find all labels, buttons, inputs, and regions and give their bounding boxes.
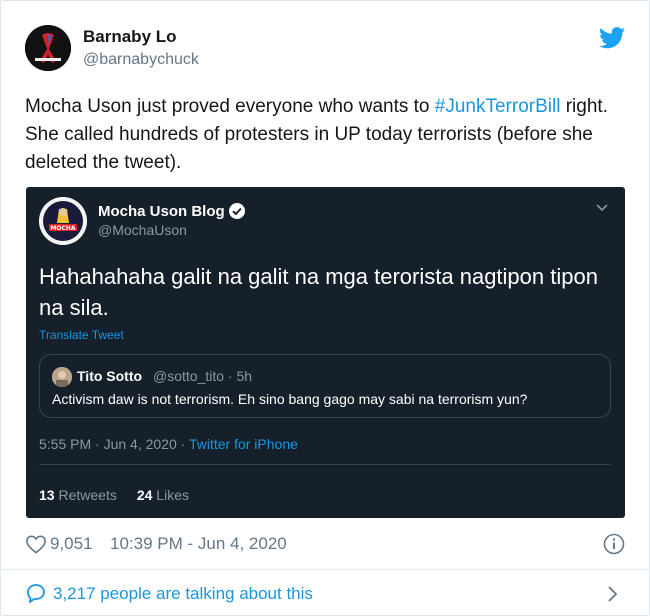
verified-badge-icon bbox=[229, 203, 245, 219]
person-photo-icon bbox=[52, 367, 72, 387]
embedded-source: Twitter for iPhone bbox=[188, 436, 298, 452]
author-avatar[interactable] bbox=[25, 25, 71, 71]
embedded-timestamp: 5:55 PM · Jun 4, 2020 · Twitter for iPho… bbox=[39, 436, 298, 452]
embedded-divider bbox=[39, 464, 611, 465]
hashtag-link[interactable]: #JunkTerrorBill bbox=[435, 96, 561, 117]
retweets-count: 13 bbox=[39, 487, 55, 503]
quoted-tweet: Tito Sotto @sotto_tito · 5h Activism daw… bbox=[39, 354, 611, 418]
chevron-down-icon bbox=[596, 204, 608, 212]
likes-count: 24 bbox=[136, 487, 153, 503]
embedded-time-text: 5:55 PM · Jun 4, 2020 · bbox=[39, 436, 189, 452]
retweets-label: Retweets bbox=[58, 487, 117, 503]
tweet-timestamp[interactable]: 10:39 PM - Jun 4, 2020 bbox=[110, 534, 287, 554]
embedded-tweet-text: Hahahahaha galit na galit na mga teroris… bbox=[39, 264, 598, 320]
embedded-author-handle: @MochaUson bbox=[98, 222, 187, 238]
quoted-author-meta: @sotto_tito · 5h bbox=[153, 368, 253, 384]
ribbon-logo-icon bbox=[25, 25, 71, 71]
footer-divider bbox=[1, 569, 650, 570]
tweet-card: Barnaby Lo @barnabychuck Mocha Uson just… bbox=[0, 0, 650, 616]
quoted-author-name: Tito Sotto bbox=[77, 368, 143, 384]
embedded-tweet-image[interactable]: MOCHA Mocha Uson Blog @MochaUson Hahahah… bbox=[26, 187, 625, 518]
mocha-logo-icon: MOCHA bbox=[39, 197, 87, 245]
tweet-text-before: Mocha Uson just proved everyone who want… bbox=[25, 96, 435, 117]
conversation-link[interactable]: 3,217 people are talking about this bbox=[53, 584, 313, 604]
quoted-avatar bbox=[52, 367, 72, 387]
mocha-logo-text: MOCHA bbox=[50, 225, 75, 232]
author-handle[interactable]: @barnabychuck bbox=[83, 51, 199, 69]
quoted-tweet-text: Activism daw is not terrorism. Eh sino b… bbox=[52, 391, 528, 407]
chevron-right-icon[interactable] bbox=[607, 585, 619, 603]
like-count[interactable]: 9,051 bbox=[50, 534, 93, 554]
author-name[interactable]: Barnaby Lo bbox=[83, 27, 177, 47]
translate-tweet-link: Translate Tweet bbox=[39, 328, 124, 342]
embedded-author-name: Mocha Uson Blog bbox=[98, 203, 225, 220]
info-icon[interactable] bbox=[603, 533, 625, 555]
embedded-stats: 13 Retweets 24 Likes bbox=[39, 487, 189, 503]
tweet-text: Mocha Uson just proved everyone who want… bbox=[25, 93, 625, 177]
reply-bubble-icon[interactable] bbox=[25, 583, 47, 603]
likes-label: Likes bbox=[156, 487, 189, 503]
heart-icon[interactable] bbox=[25, 534, 47, 554]
twitter-bird-icon[interactable] bbox=[599, 27, 625, 49]
embedded-avatar: MOCHA bbox=[39, 197, 87, 245]
